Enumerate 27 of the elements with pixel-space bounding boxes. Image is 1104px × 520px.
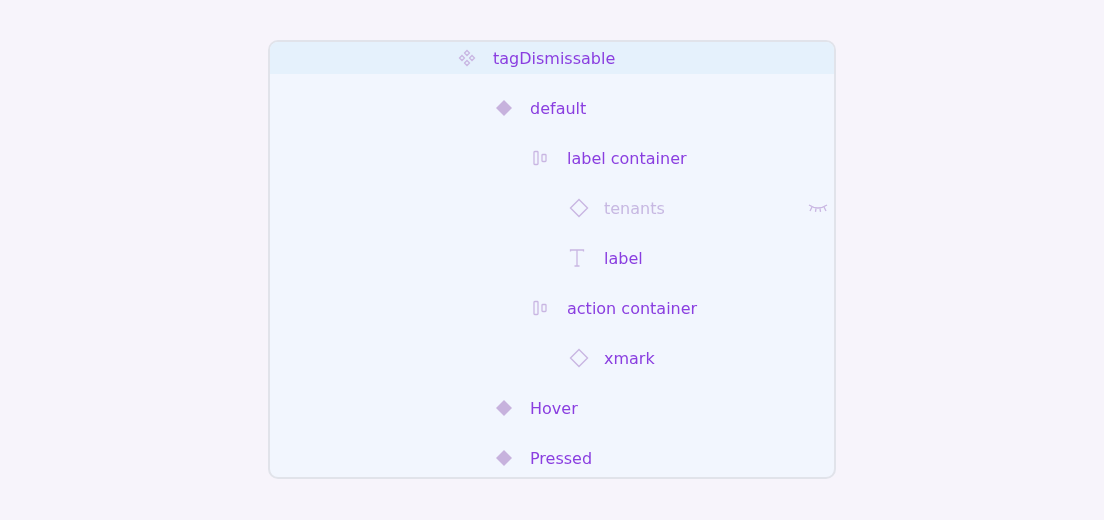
layer-name: xmark	[604, 348, 655, 368]
layer-row[interactable]: xmark	[270, 342, 834, 374]
auto-layout-icon	[532, 300, 550, 316]
text-icon	[569, 249, 585, 267]
layer-name: label	[604, 248, 643, 268]
diamond-outline-icon	[569, 198, 589, 218]
layer-row[interactable]: label	[270, 242, 834, 274]
layer-row[interactable]: Hover	[270, 392, 834, 424]
diamond-outline-icon	[569, 348, 589, 368]
layer-row[interactable]: default	[270, 92, 834, 124]
layer-row[interactable]: label container	[270, 142, 834, 174]
layer-name: default	[530, 98, 587, 118]
layer-name: Pressed	[530, 448, 593, 468]
layer-row[interactable]: tagDismissable	[270, 42, 834, 74]
layer-row[interactable]: action container	[270, 292, 834, 324]
layer-name: label container	[567, 148, 687, 168]
layer-name: tenants	[604, 198, 665, 218]
diamond-icon	[495, 399, 513, 417]
diamond-icon	[495, 99, 513, 117]
layer-name: Hover	[530, 398, 578, 418]
hidden-eye-icon[interactable]	[808, 203, 828, 213]
diamond-icon	[495, 449, 513, 467]
layer-row[interactable]: Pressed	[270, 442, 834, 474]
layer-name: action container	[567, 298, 698, 318]
component-set-icon	[458, 49, 476, 67]
auto-layout-icon	[532, 150, 550, 166]
layer-name: tagDismissable	[493, 48, 616, 68]
